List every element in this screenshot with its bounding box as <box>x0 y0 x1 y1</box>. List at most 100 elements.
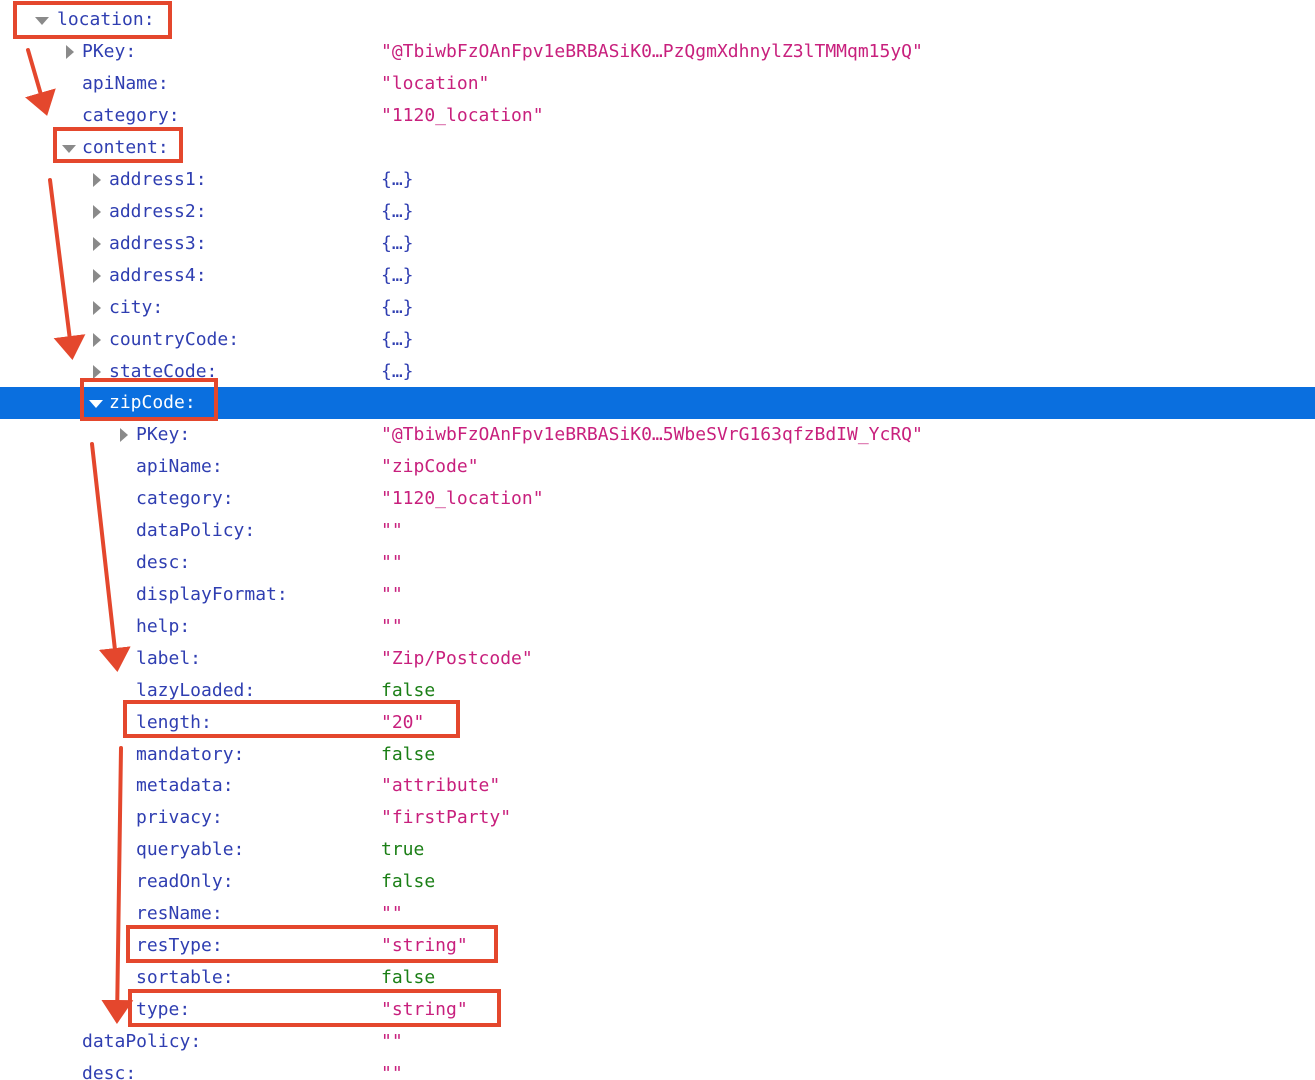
value-datapolicy: "" <box>381 1031 403 1052</box>
key-help: help: <box>136 616 191 637</box>
key-queryable: queryable: <box>136 839 245 860</box>
key-datapolicy: dataPolicy: <box>136 520 256 541</box>
value-readonly: false <box>381 871 436 892</box>
key-city: city: <box>109 297 164 318</box>
tree-row-address3[interactable]: address3: {…} <box>0 228 1315 260</box>
key-length: length: <box>136 712 212 733</box>
tree-row-location-apiname[interactable]: apiName: "location" <box>0 68 1315 100</box>
value-statecode: {…} <box>381 361 414 382</box>
json-viewer: location: PKey: "@TbiwbFzOAnFpv1eBRBASiK… <box>0 0 1315 1080</box>
tree-row-location-category[interactable]: category: "1120_location" <box>0 100 1315 132</box>
tree-row-countrycode[interactable]: countryCode: {…} <box>0 324 1315 356</box>
value-category: "1120_location" <box>381 105 544 126</box>
value-apiname: "zipCode" <box>381 456 479 477</box>
chevron-right-icon[interactable] <box>66 45 74 59</box>
tree-row-zipcode-restype[interactable]: resType: "string" <box>0 930 1315 962</box>
value-metadata: "attribute" <box>381 775 501 796</box>
tree-row-zipcode-help[interactable]: help: "" <box>0 611 1315 643</box>
tree-row-content[interactable]: content: <box>0 132 1315 164</box>
key-address3: address3: <box>109 233 207 254</box>
tree-row-location-desc[interactable]: desc: "" <box>0 1058 1315 1080</box>
value-sortable: false <box>381 967 436 988</box>
tree-row-zipcode-label[interactable]: label: "Zip/Postcode" <box>0 643 1315 675</box>
key-mandatory: mandatory: <box>136 744 245 765</box>
tree-row-zipcode-queryable[interactable]: queryable: true <box>0 834 1315 866</box>
value-countrycode: {…} <box>381 329 414 350</box>
tree-row-address4[interactable]: address4: {…} <box>0 260 1315 292</box>
key-metadata: metadata: <box>136 775 234 796</box>
tree-row-zipcode-metadata[interactable]: metadata: "attribute" <box>0 770 1315 802</box>
key-address4: address4: <box>109 265 207 286</box>
tree-row-zipcode-lazyloaded[interactable]: lazyLoaded: false <box>0 675 1315 707</box>
value-desc: "" <box>381 1063 403 1080</box>
chevron-right-icon[interactable] <box>93 237 101 251</box>
key-type: type: <box>136 999 191 1020</box>
key-displayformat: displayFormat: <box>136 584 288 605</box>
key-sortable: sortable: <box>136 967 234 988</box>
key-category: category: <box>136 488 234 509</box>
value-desc: "" <box>381 552 403 573</box>
tree-row-zipcode-readonly[interactable]: readOnly: false <box>0 866 1315 898</box>
tree-row-location-pkey[interactable]: PKey: "@TbiwbFzOAnFpv1eBRBASiK0…PzQgmXdh… <box>0 36 1315 68</box>
tree-row-statecode[interactable]: stateCode: {…} <box>0 356 1315 388</box>
value-address1: {…} <box>381 169 414 190</box>
value-displayformat: "" <box>381 584 403 605</box>
key-address1: address1: <box>109 169 207 190</box>
chevron-right-icon[interactable] <box>93 173 101 187</box>
key-apiname: apiName: <box>136 456 223 477</box>
tree-row-zipcode-category[interactable]: category: "1120_location" <box>0 483 1315 515</box>
key-readonly: readOnly: <box>136 871 234 892</box>
key-lazyloaded: lazyLoaded: <box>136 680 256 701</box>
chevron-right-icon[interactable] <box>93 333 101 347</box>
tree-row-zipcode-length[interactable]: length: "20" <box>0 707 1315 739</box>
value-pkey: "@TbiwbFzOAnFpv1eBRBASiK0…PzQgmXdhnylZ3l… <box>381 41 923 62</box>
tree-row-zipcode-pkey[interactable]: PKey: "@TbiwbFzOAnFpv1eBRBASiK0…5WbeSVrG… <box>0 419 1315 451</box>
chevron-down-icon[interactable] <box>35 17 49 25</box>
tree-row-zipcode-datapolicy[interactable]: dataPolicy: "" <box>0 515 1315 547</box>
key-pkey: PKey: <box>82 41 137 62</box>
key-zipcode: zipCode: <box>109 392 196 413</box>
key-apiname: apiName: <box>82 73 169 94</box>
key-desc: desc: <box>82 1063 137 1080</box>
key-privacy: privacy: <box>136 807 223 828</box>
value-help: "" <box>381 616 403 637</box>
key-category: category: <box>82 105 180 126</box>
tree-row-zipcode-type[interactable]: type: "string" <box>0 994 1315 1026</box>
chevron-down-icon[interactable] <box>89 400 103 408</box>
tree-row-zipcode-sortable[interactable]: sortable: false <box>0 962 1315 994</box>
chevron-right-icon[interactable] <box>93 365 101 379</box>
value-queryable: true <box>381 839 425 860</box>
key-countrycode: countryCode: <box>109 329 240 350</box>
value-privacy: "firstParty" <box>381 807 512 828</box>
value-address4: {…} <box>381 265 414 286</box>
value-pkey: "@TbiwbFzOAnFpv1eBRBASiK0…5WbeSVrG163qfz… <box>381 424 923 445</box>
tree-row-city[interactable]: city: {…} <box>0 292 1315 324</box>
chevron-right-icon[interactable] <box>93 301 101 315</box>
tree-row-zipcode-resname[interactable]: resName: "" <box>0 898 1315 930</box>
tree-row-zipcode-privacy[interactable]: privacy: "firstParty" <box>0 802 1315 834</box>
chevron-right-icon[interactable] <box>93 269 101 283</box>
value-restype: "string" <box>381 935 468 956</box>
chevron-right-icon[interactable] <box>93 205 101 219</box>
key-content: content: <box>82 137 169 158</box>
value-type: "string" <box>381 999 468 1020</box>
value-length: "20" <box>381 712 425 733</box>
tree-row-address1[interactable]: address1: {…} <box>0 164 1315 196</box>
tree-row-address2[interactable]: address2: {…} <box>0 196 1315 228</box>
key-pkey: PKey: <box>136 424 191 445</box>
value-lazyloaded: false <box>381 680 436 701</box>
tree-row-location[interactable]: location: <box>0 4 1315 36</box>
tree-row-zipcode-desc[interactable]: desc: "" <box>0 547 1315 579</box>
tree-row-zipcode[interactable]: zipCode: <box>0 387 1315 419</box>
chevron-right-icon[interactable] <box>120 428 128 442</box>
value-address3: {…} <box>381 233 414 254</box>
value-resname: "" <box>381 903 403 924</box>
tree-row-zipcode-apiname[interactable]: apiName: "zipCode" <box>0 451 1315 483</box>
tree-row-location-datapolicy[interactable]: dataPolicy: "" <box>0 1026 1315 1058</box>
value-city: {…} <box>381 297 414 318</box>
key-datapolicy: dataPolicy: <box>82 1031 202 1052</box>
tree-row-zipcode-displayformat[interactable]: displayFormat: "" <box>0 579 1315 611</box>
chevron-down-icon[interactable] <box>62 145 76 153</box>
key-location: location: <box>57 9 155 30</box>
tree-row-zipcode-mandatory[interactable]: mandatory: false <box>0 739 1315 771</box>
